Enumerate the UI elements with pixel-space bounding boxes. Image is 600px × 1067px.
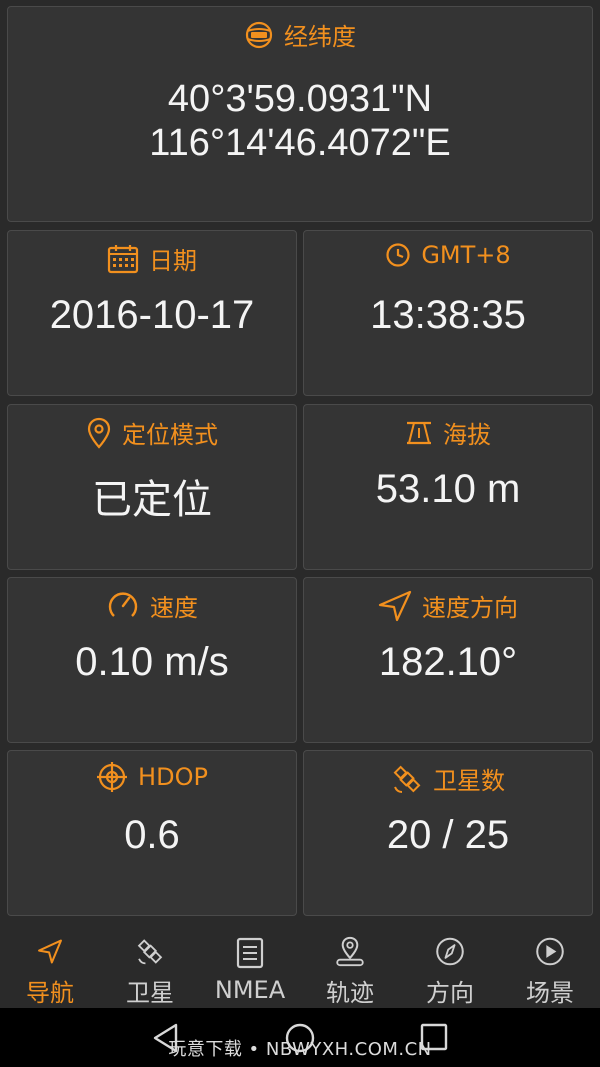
globe-icon: [245, 21, 273, 48]
nav-item-direction[interactable]: 方向: [400, 926, 500, 1008]
satellites-header: 卫星数: [304, 761, 592, 796]
coordinates-header: 经纬度: [8, 17, 592, 52]
speed-header: 速度: [8, 588, 296, 623]
list-document-icon: [236, 937, 264, 969]
hdop-card: HDOP 0.6: [7, 750, 297, 916]
altitude-value: 53.10 m: [375, 467, 521, 511]
nav-item-nmea[interactable]: NMEA: [200, 926, 300, 1008]
satellites-value: 20 / 25: [386, 813, 510, 857]
heading-title: 速度方向: [422, 594, 518, 622]
system-navigation-bar: 玩意下载 • NBWYXH.COM.CN: [0, 1008, 600, 1067]
fix-mode-title: 定位模式: [122, 421, 218, 449]
date-header: 日期: [8, 241, 296, 276]
speed-card: 速度 0.10 m/s: [7, 577, 297, 743]
bottom-navigation: 导航 卫星 NMEA 轨迹 方向 场景: [0, 926, 600, 1008]
recent-apps-icon[interactable]: [419, 1022, 449, 1052]
compass-icon: [436, 937, 464, 966]
location-pin-icon: [336, 936, 364, 967]
nav-item-scenes[interactable]: 场景: [500, 926, 600, 1008]
play-circle-icon: [536, 937, 564, 966]
crosshair-icon: [97, 762, 128, 792]
satellites-title: 卫星数: [433, 767, 505, 795]
nav-label-nmea: NMEA: [214, 976, 286, 1004]
location-pin-icon: [87, 417, 111, 449]
date-card: 日期 2016-10-17: [7, 230, 297, 396]
calendar-icon: [107, 244, 139, 273]
heading-card: 速度方向 182.10°: [303, 577, 593, 743]
time-header: GMT+8: [304, 241, 592, 269]
fix-mode-header: 定位模式: [8, 415, 296, 450]
satellite-icon: [393, 765, 421, 793]
nav-label-scenes: 场景: [526, 979, 574, 1007]
satellites-card: 卫星数 20 / 25: [303, 750, 593, 916]
altitude-title: 海拔: [443, 421, 491, 449]
speedometer-icon: [108, 592, 138, 617]
nav-item-navigation[interactable]: 导航: [0, 926, 100, 1008]
back-icon[interactable]: [150, 1022, 182, 1054]
satellite-icon: [137, 939, 163, 965]
time-title: GMT+8: [421, 241, 511, 269]
time-card: GMT+8 13:38:35: [303, 230, 593, 396]
coordinates-value: 40°3'59.0931"N 116°14'46.4072"E: [8, 77, 592, 165]
clock-icon: [386, 243, 410, 267]
time-value: 13:38:35: [370, 293, 526, 337]
longitude-value: 116°14'46.4072"E: [149, 122, 451, 164]
altitude-card: 海拔 53.10 m: [303, 404, 593, 570]
navigation-arrow-icon: [38, 939, 62, 964]
date-title: 日期: [149, 247, 197, 275]
altitude-icon: [407, 421, 431, 444]
fix-mode-card: 定位模式 已定位: [7, 404, 297, 570]
gps-status-screen: 经纬度 40°3'59.0931"N 116°14'46.4072"E 日期 2…: [0, 0, 600, 1067]
heading-value: 182.10°: [378, 640, 518, 684]
fix-mode-value: 已定位: [92, 478, 212, 522]
nav-label-direction: 方向: [426, 979, 474, 1007]
nav-item-satellites[interactable]: 卫星: [100, 926, 200, 1008]
direction-arrow-icon: [378, 590, 412, 621]
coordinates-title: 经纬度: [284, 23, 356, 51]
altitude-header: 海拔: [304, 415, 592, 450]
nav-label-satellites: 卫星: [126, 979, 174, 1007]
date-value: 2016-10-17: [49, 293, 255, 337]
nav-label-tracks: 轨迹: [326, 979, 374, 1007]
heading-header: 速度方向: [304, 588, 592, 623]
hdop-header: HDOP: [8, 761, 296, 793]
nav-item-tracks[interactable]: 轨迹: [300, 926, 400, 1008]
speed-title: 速度: [150, 594, 198, 622]
coordinates-card: 经纬度 40°3'59.0931"N 116°14'46.4072"E: [7, 6, 593, 222]
home-icon[interactable]: [284, 1022, 316, 1054]
hdop-value: 0.6: [124, 813, 180, 857]
speed-value: 0.10 m/s: [75, 640, 229, 684]
hdop-title: HDOP: [138, 763, 208, 791]
nav-label-navigation: 导航: [26, 979, 74, 1007]
latitude-value: 40°3'59.0931"N: [167, 78, 433, 120]
